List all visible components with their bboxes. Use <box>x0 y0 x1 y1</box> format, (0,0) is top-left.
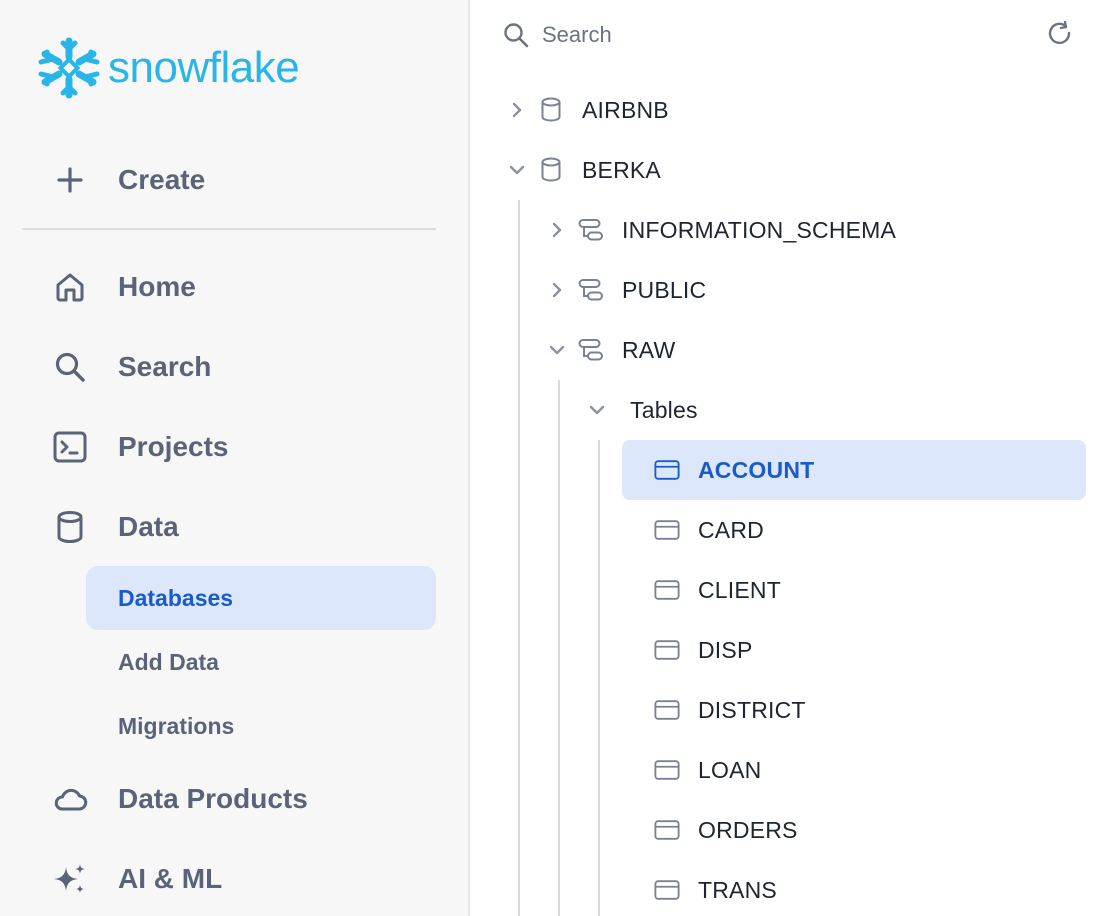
tree-schema-raw[interactable]: RAW <box>546 320 675 380</box>
tree-table-account[interactable]: ACCOUNT <box>622 440 1086 500</box>
tree-item-label: ACCOUNT <box>698 456 815 483</box>
logo-text: snowflake <box>108 43 300 92</box>
explorer-search-input[interactable]: Search <box>502 14 1082 56</box>
tree-item-label: BERKA <box>582 156 661 183</box>
schema-icon <box>578 337 604 363</box>
tree-table-district[interactable]: DISTRICT <box>622 680 806 740</box>
search-icon <box>504 23 529 48</box>
sidebar-item-label: Data Products <box>118 783 308 814</box>
sidebar-item-ai-ml[interactable]: AI & ML <box>50 855 222 903</box>
cloud-icon <box>50 779 90 819</box>
sidebar-item-label: AI & ML <box>118 863 223 894</box>
object-explorer: Search AIRBNB BERKA INFORMATION_SCHEMA P… <box>472 0 1114 916</box>
database-icon <box>50 507 90 547</box>
tree-group-tables[interactable]: Tables <box>586 380 698 440</box>
schema-icon <box>578 217 604 243</box>
tree-item-label: CARD <box>698 516 764 543</box>
database-icon <box>538 157 564 183</box>
tree-item-label: DISTRICT <box>698 696 806 723</box>
tree-item-label: LOAN <box>698 756 762 783</box>
sidebar-item-projects[interactable]: Projects <box>50 423 229 471</box>
sidebar-item-label: Home <box>118 271 196 302</box>
table-icon <box>654 517 680 543</box>
table-icon <box>654 697 680 723</box>
table-icon <box>654 577 680 603</box>
snowflake-logo-icon <box>38 37 100 99</box>
tree-item-label: TRANS <box>698 876 777 903</box>
sidebar-item-label: Data <box>118 511 179 542</box>
search-placeholder: Search <box>542 22 612 47</box>
tree-table-trans[interactable]: TRANS <box>622 860 777 916</box>
sidebar-subitem-label: Add Data <box>118 648 219 675</box>
database-icon <box>538 97 564 123</box>
tree-table-loan[interactable]: LOAN <box>622 740 761 800</box>
tree-guide-line <box>558 380 560 916</box>
sidebar-item-home[interactable]: Home <box>50 263 196 311</box>
sidebar-item-label: Search <box>118 351 212 382</box>
sidebar: snowflake Create Home Search Projects Da… <box>0 0 470 916</box>
table-icon <box>654 637 680 663</box>
sidebar-subitem-databases[interactable]: Databases <box>86 566 436 630</box>
tree-database-airbnb[interactable]: AIRBNB <box>506 80 669 140</box>
tree-table-card[interactable]: CARD <box>622 500 764 560</box>
plus-icon <box>50 160 90 200</box>
sidebar-item-search[interactable]: Search <box>50 343 211 391</box>
tree-item-label: Tables <box>630 396 698 423</box>
tree-schema-information-schema[interactable]: INFORMATION_SCHEMA <box>546 200 896 260</box>
chevron-right-icon[interactable] <box>546 279 568 301</box>
tree-schema-public[interactable]: PUBLIC <box>546 260 706 320</box>
sidebar-item-data[interactable]: Data <box>50 503 179 551</box>
sidebar-divider <box>22 228 436 230</box>
table-icon <box>654 817 680 843</box>
tree-table-disp[interactable]: DISP <box>622 620 752 680</box>
home-icon <box>50 267 90 307</box>
schema-icon <box>578 277 604 303</box>
chevron-down-icon[interactable] <box>546 339 568 361</box>
tree-database-berka[interactable]: BERKA <box>506 140 661 200</box>
tree-table-client[interactable]: CLIENT <box>622 560 781 620</box>
sidebar-subitem-migrations[interactable]: Migrations <box>86 694 436 758</box>
create-label: Create <box>118 164 206 195</box>
tree-guide-line <box>598 440 600 916</box>
tree-table-orders[interactable]: ORDERS <box>622 800 798 860</box>
tree-guide-line <box>518 200 520 916</box>
chevron-down-icon[interactable] <box>506 159 528 181</box>
terminal-icon <box>50 427 90 467</box>
sidebar-subitem-label: Migrations <box>118 712 235 739</box>
tree-item-label: ORDERS <box>698 816 798 843</box>
tree-item-label: PUBLIC <box>622 276 707 303</box>
tree-item-label: INFORMATION_SCHEMA <box>622 216 897 243</box>
table-icon <box>654 757 680 783</box>
sparkle-icon <box>50 859 90 899</box>
sidebar-subitem-label: Databases <box>118 584 234 611</box>
chevron-right-icon[interactable] <box>546 219 568 241</box>
sidebar-item-data-products[interactable]: Data Products <box>50 775 308 823</box>
search-icon <box>50 347 90 387</box>
sidebar-subitem-add-data[interactable]: Add Data <box>86 630 436 694</box>
tree-item-label: CLIENT <box>698 576 781 603</box>
create-button[interactable]: Create <box>50 156 205 204</box>
refresh-icon[interactable] <box>1046 20 1074 48</box>
snowflake-logo[interactable]: snowflake <box>36 34 300 102</box>
tree-item-label: AIRBNB <box>582 96 669 123</box>
table-icon <box>654 877 680 903</box>
tree-item-label: DISP <box>698 636 753 663</box>
tree-item-label: RAW <box>622 336 676 363</box>
sidebar-item-label: Projects <box>118 431 229 462</box>
chevron-down-icon[interactable] <box>586 399 608 421</box>
table-icon <box>654 457 680 483</box>
chevron-right-icon[interactable] <box>506 99 528 121</box>
